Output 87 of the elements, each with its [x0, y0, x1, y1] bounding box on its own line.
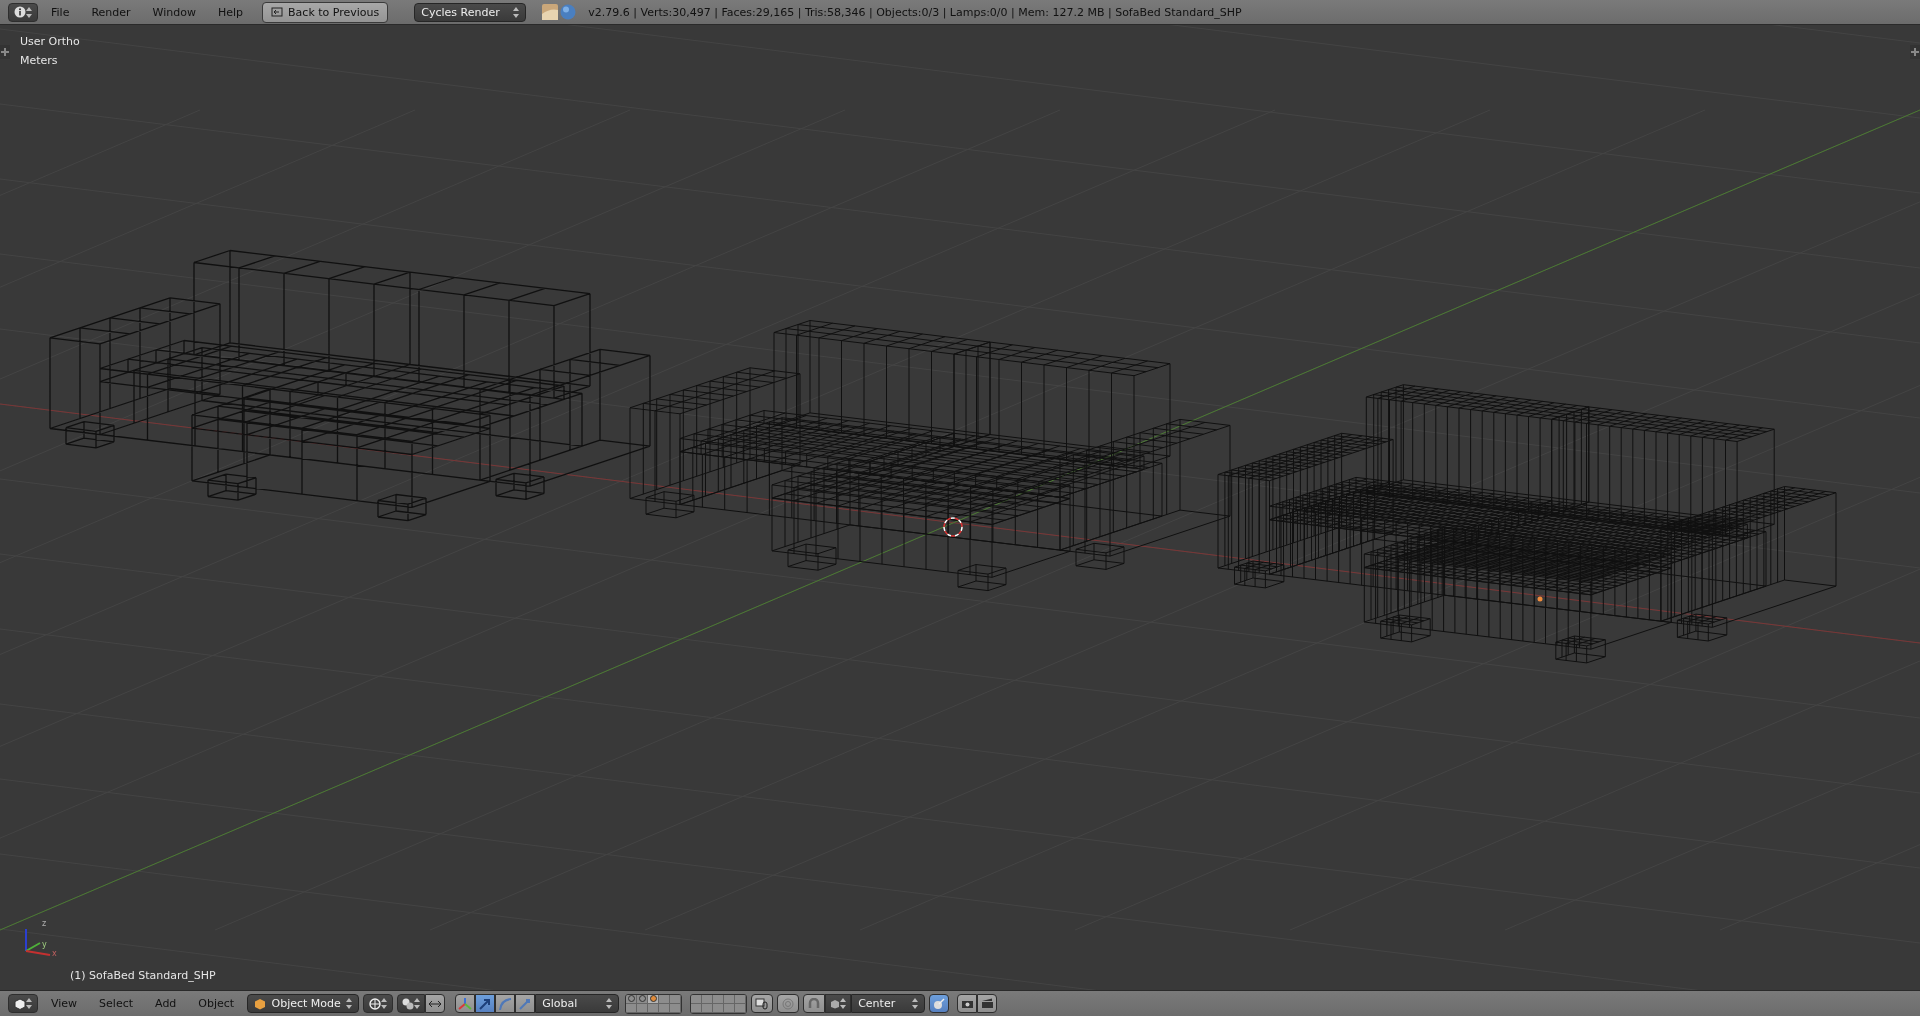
- axes-icon: [458, 996, 473, 1011]
- cube-icon: [14, 997, 26, 1010]
- up-down-arrows-icon: [346, 998, 353, 1009]
- proportional-edit-button[interactable]: [777, 994, 800, 1013]
- mode-dropdown[interactable]: Object Mode: [247, 994, 360, 1013]
- ring-icon: [782, 997, 795, 1010]
- arc-icon: [498, 996, 513, 1011]
- axis-label: y: [42, 940, 47, 949]
- up-down-arrows-icon: [513, 6, 520, 18]
- menu-item[interactable]: Window: [143, 5, 205, 19]
- menu-item[interactable]: Help: [208, 5, 253, 19]
- layer-toggle[interactable]: [659, 994, 671, 1004]
- clapperboard-icon: [980, 998, 994, 1009]
- layer-toggle[interactable]: [735, 1003, 747, 1013]
- layer-toggle[interactable]: [626, 1003, 638, 1013]
- layer-toggle[interactable]: [713, 1003, 725, 1013]
- render-image-button[interactable]: [957, 994, 978, 1013]
- lock-layers-button[interactable]: [751, 994, 774, 1013]
- manipulator-button[interactable]: [495, 994, 516, 1013]
- menu-item[interactable]: View: [42, 997, 87, 1010]
- cube-icon: [830, 998, 841, 1009]
- 3d-viewport[interactable]: User Ortho Meters z y x (1) SofaBed Standard_SHP: [0, 25, 1920, 990]
- magnet-icon: [808, 997, 821, 1010]
- pivot-point-button[interactable]: [397, 994, 426, 1013]
- back-to-previous-button[interactable]: Back to Previous: [262, 1, 389, 23]
- layer-toggle[interactable]: [724, 994, 736, 1004]
- manipulator-button[interactable]: [475, 994, 496, 1013]
- layer-toggle[interactable]: [637, 1003, 649, 1013]
- layer-toggle[interactable]: [702, 1003, 714, 1013]
- sphere-icon[interactable]: [560, 4, 577, 20]
- arrow-icon: [478, 996, 493, 1011]
- up-down-arrows-icon: [381, 998, 388, 1009]
- plus-icon[interactable]: [1910, 45, 1920, 59]
- snap-element-button[interactable]: [825, 994, 852, 1013]
- layer-toggle[interactable]: [724, 1003, 736, 1013]
- up-down-arrows-icon: [912, 998, 919, 1009]
- scene-stats: v2.79.6 | Verts:30,497 | Faces:29,165 | Tris:58,346 | Objects:0/3 | Lamps:0/0 | Mem: 127.2 MB | SofaBed Standard_SHP: [588, 5, 1242, 19]
- up-down-arrows-icon: [26, 998, 32, 1009]
- render-engine-dropdown[interactable]: Cycles Render: [414, 2, 527, 22]
- wireframe-sphere-icon: [369, 997, 382, 1010]
- cube-icon: [254, 997, 267, 1010]
- layer-toggle[interactable]: [691, 1003, 703, 1013]
- render-animation-button[interactable]: [977, 994, 998, 1013]
- menu-item[interactable]: Object: [189, 997, 244, 1010]
- layer-toggle[interactable]: [659, 1003, 671, 1013]
- axis-label: z: [42, 919, 47, 928]
- layer-toggle[interactable]: [670, 994, 682, 1004]
- axis-label: x: [52, 949, 57, 958]
- camera-icon: [960, 998, 974, 1009]
- view-name: User Ortho: [20, 35, 80, 48]
- manipulator-button[interactable]: [455, 994, 476, 1013]
- manipulate-center-points-button[interactable]: [425, 994, 446, 1013]
- snap-button[interactable]: [803, 994, 826, 1013]
- up-down-arrows-icon: [840, 998, 847, 1009]
- screen-back-icon: [271, 7, 284, 17]
- editor-type-button[interactable]: [8, 994, 38, 1013]
- arrows-icon: [428, 998, 443, 1009]
- orientation-dropdown[interactable]: Global: [535, 994, 620, 1013]
- viewport-shading-button[interactable]: [363, 994, 394, 1013]
- axis-gizmo-icon: [25, 928, 51, 956]
- material-swatch-icon[interactable]: [542, 4, 559, 20]
- layer-toggle[interactable]: [691, 994, 703, 1004]
- manipulator-button[interactable]: [515, 994, 536, 1013]
- menu-item[interactable]: Add: [146, 997, 186, 1010]
- layer-toggle[interactable]: [735, 994, 747, 1004]
- info-icon: [14, 6, 26, 18]
- up-down-arrows-icon: [414, 998, 421, 1009]
- circles-icon: [402, 997, 415, 1010]
- object-origin-icon: [1537, 596, 1543, 602]
- units-label: Meters: [20, 54, 58, 67]
- layer-toggle[interactable]: [702, 994, 714, 1004]
- chain-link-icon: [755, 997, 770, 1010]
- 3d-cursor-icon: [943, 517, 963, 537]
- up-down-arrows-icon: [606, 998, 613, 1009]
- snap-rotation-button[interactable]: [929, 994, 950, 1013]
- active-object-label: (1) SofaBed Standard_SHP: [70, 969, 216, 982]
- snap-target-dropdown[interactable]: Center: [851, 994, 926, 1013]
- layer-toggle[interactable]: [670, 1003, 682, 1013]
- info-editor-button[interactable]: [8, 2, 38, 22]
- menu-item[interactable]: Select: [90, 997, 143, 1010]
- menu-item[interactable]: File: [42, 5, 79, 19]
- plus-icon[interactable]: [0, 45, 10, 59]
- layer-toggle[interactable]: [713, 994, 725, 1004]
- up-down-arrows-icon: [26, 6, 32, 18]
- menu-item[interactable]: Render: [82, 5, 140, 19]
- layer-toggle[interactable]: [648, 1003, 660, 1013]
- scale-arrow-icon: [518, 996, 533, 1011]
